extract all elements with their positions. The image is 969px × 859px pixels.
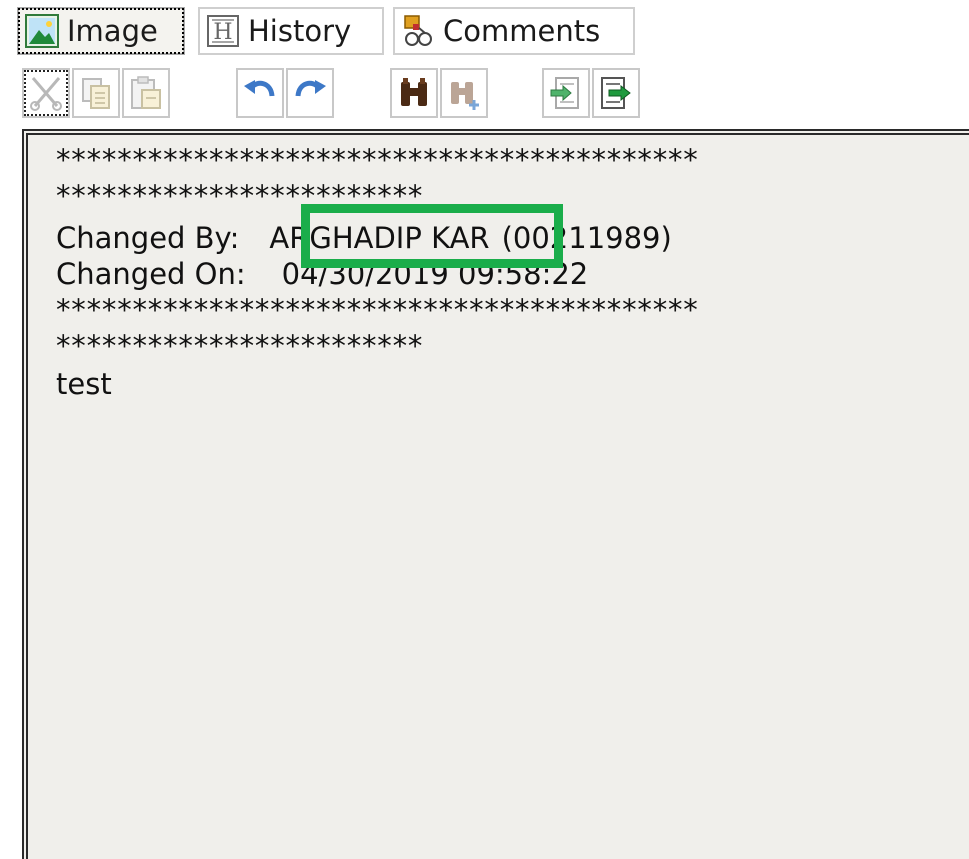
changed-by-label: Changed By:: [56, 221, 240, 255]
export-button[interactable]: [592, 68, 640, 118]
comment-body-text: test: [56, 367, 112, 401]
import-button[interactable]: [542, 68, 590, 118]
paste-icon: [131, 76, 161, 109]
find-next-button[interactable]: [440, 68, 488, 118]
cut-button[interactable]: [22, 68, 70, 118]
changed-by-name: ARGHADIP KAR: [269, 221, 490, 255]
separator-stars: ************************: [56, 329, 424, 363]
find-binoculars-icon: [401, 78, 427, 106]
separator-stars: ****************************************…: [56, 293, 699, 327]
separator-stars: ************************: [56, 179, 424, 213]
export-icon: [601, 77, 631, 109]
find-next-icon: [451, 82, 479, 110]
tab-comments[interactable]: Comments: [393, 7, 635, 55]
changed-by-id: (00211989): [501, 221, 672, 255]
tab-comments-label: Comments: [443, 14, 601, 48]
cut-icon: [30, 77, 62, 111]
paste-button[interactable]: [122, 68, 170, 118]
tab-image-label: Image: [67, 14, 158, 48]
tab-history-label: History: [248, 14, 352, 48]
tab-image[interactable]: Image: [17, 7, 185, 55]
find-button[interactable]: [390, 68, 438, 118]
history-h-icon: H: [207, 15, 239, 47]
import-icon: [550, 77, 579, 109]
text-editor[interactable]: ************************ ****************…: [22, 129, 969, 859]
copy-button[interactable]: [72, 68, 120, 118]
comments-icon: [404, 15, 432, 46]
redo-icon: [295, 80, 326, 97]
changed-by-line: Changed By: ARGHADIP KAR (00211989): [56, 221, 672, 255]
changed-on-line: Changed On: 04/30/2019 09:58:22: [56, 257, 588, 291]
copy-icon: [82, 78, 110, 109]
undo-icon: [244, 80, 275, 97]
changed-on-label: Changed On:: [56, 257, 246, 291]
undo-button[interactable]: [236, 68, 284, 118]
image-icon: [25, 14, 59, 48]
redo-button[interactable]: [286, 68, 334, 118]
separator-stars: ****************************************…: [56, 143, 699, 177]
tab-history[interactable]: H History: [198, 7, 384, 55]
changed-on-value: 04/30/2019 09:58:22: [281, 257, 589, 291]
